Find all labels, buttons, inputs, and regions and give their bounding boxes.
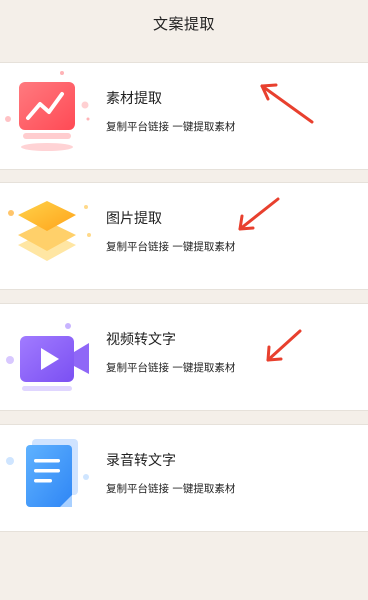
- card-title: 视频转文字: [106, 332, 176, 348]
- card-subtitle: 复制平台链接 一键提取素材: [106, 121, 236, 133]
- card-title: 素材提取: [106, 91, 162, 107]
- chart-screen-icon: [5, 71, 90, 151]
- card-video-to-text[interactable]: 视频转文字 复制平台链接 一键提取素材: [0, 303, 368, 411]
- annotation-arrow-icon: [266, 329, 302, 362]
- card-subtitle: 复制平台链接 一键提取素材: [106, 362, 236, 374]
- annotation-arrow-icon: [260, 83, 314, 124]
- card-subtitle: 复制平台链接 一键提取素材: [106, 483, 236, 495]
- layers-icon: [8, 201, 91, 261]
- page-title: 文案提取: [152, 14, 215, 33]
- card-title: 图片提取: [106, 211, 162, 227]
- video-camera-icon: [6, 323, 89, 391]
- header-bar: 文案提取: [0, 0, 368, 46]
- document-icon: [6, 439, 89, 507]
- card-subtitle: 复制平台链接 一键提取素材: [106, 241, 236, 253]
- annotation-arrow-icon: [238, 197, 280, 231]
- card-audio-to-text[interactable]: 录音转文字 复制平台链接 一键提取素材: [0, 424, 368, 532]
- card-title: 录音转文字: [106, 453, 176, 469]
- card-image-extract[interactable]: 图片提取 复制平台链接 一键提取素材: [0, 182, 368, 290]
